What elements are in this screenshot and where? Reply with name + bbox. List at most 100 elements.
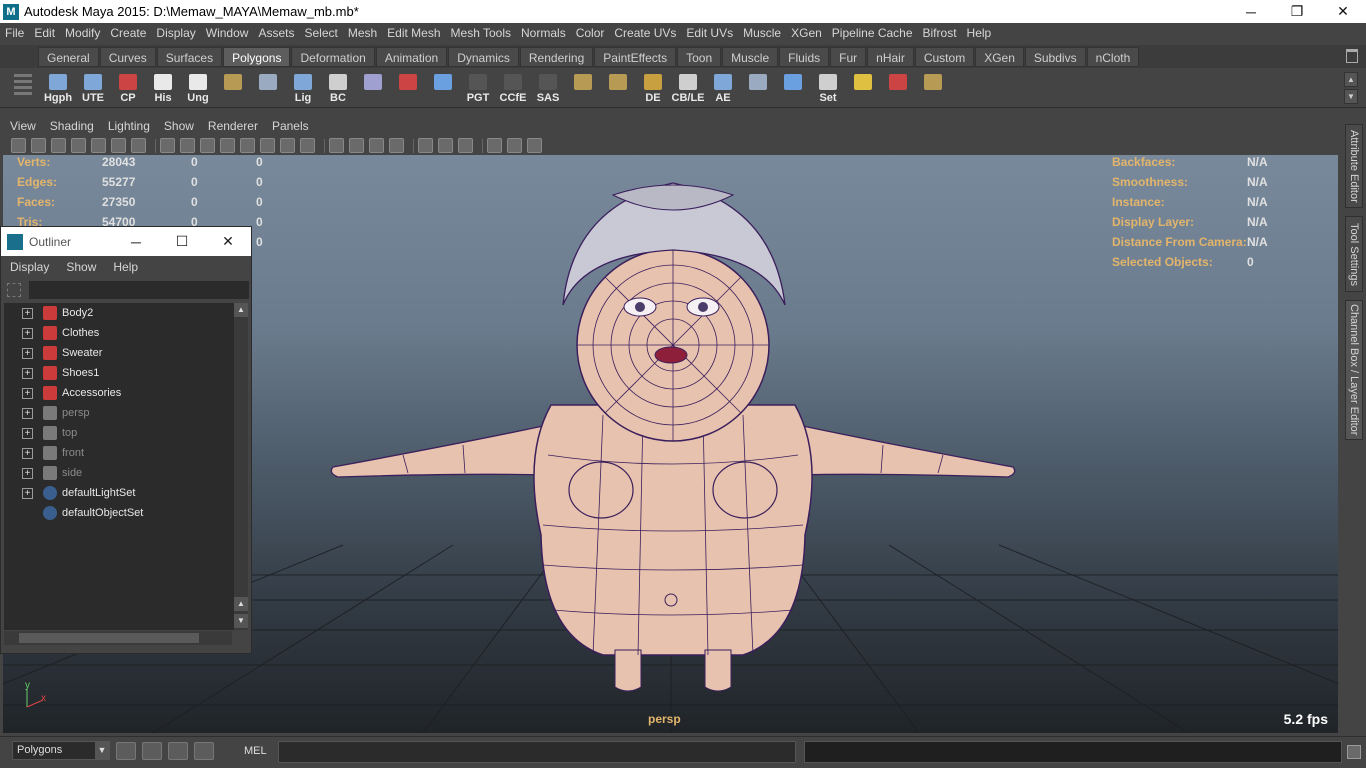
expand-icon[interactable]: + bbox=[22, 427, 33, 439]
shelf-tab-rendering[interactable]: Rendering bbox=[519, 47, 594, 67]
minimize-button[interactable]: ─ bbox=[1228, 0, 1274, 23]
shelf-tab-surfaces[interactable]: Surfaces bbox=[156, 47, 223, 67]
shelf-button-camera-spark-icon[interactable] bbox=[391, 72, 425, 106]
mel-label[interactable]: MEL bbox=[244, 745, 267, 757]
restore-button[interactable]: ❐ bbox=[1274, 0, 1320, 23]
menu-help[interactable]: Help bbox=[962, 26, 997, 40]
shelf-button-ute[interactable]: UTE bbox=[76, 72, 110, 106]
smooth-shade-icon[interactable] bbox=[200, 138, 215, 153]
shelf-tab-dynamics[interactable]: Dynamics bbox=[448, 47, 519, 67]
outliner-filter-icon[interactable] bbox=[7, 283, 21, 297]
snapshot-icon[interactable] bbox=[116, 742, 136, 760]
menu-mesh[interactable]: Mesh bbox=[343, 26, 382, 40]
lights-icon[interactable] bbox=[280, 138, 295, 153]
shelf-button-lig[interactable]: Lig bbox=[286, 72, 320, 106]
layout-icon[interactable] bbox=[142, 742, 162, 760]
shelf-tab-curves[interactable]: Curves bbox=[99, 47, 156, 67]
xray-icon[interactable] bbox=[438, 138, 453, 153]
shelf-button-ccfe[interactable]: CCfE bbox=[496, 72, 530, 106]
shelf-button-sphere-cursor-icon[interactable] bbox=[251, 72, 285, 106]
film-gate-icon[interactable] bbox=[131, 138, 146, 153]
expand-icon[interactable]: + bbox=[22, 467, 33, 479]
shelf-tab-polygons[interactable]: Polygons bbox=[223, 47, 291, 67]
shelf-button-globe-target-icon[interactable] bbox=[881, 72, 915, 106]
outliner-item-front[interactable]: + front bbox=[4, 443, 234, 463]
menu-bifrost[interactable]: Bifrost bbox=[918, 26, 962, 40]
menu-normals[interactable]: Normals bbox=[516, 26, 571, 40]
xray-joint-icon[interactable] bbox=[458, 138, 473, 153]
outliner-item-sweater[interactable]: + Sweater bbox=[4, 343, 234, 363]
shelf-tab-muscle[interactable]: Muscle bbox=[722, 47, 779, 67]
outliner-item-top[interactable]: + top bbox=[4, 423, 234, 443]
panel-menu-view[interactable]: View bbox=[3, 119, 43, 133]
camera-attr-icon[interactable] bbox=[31, 138, 46, 153]
gate-icon[interactable] bbox=[487, 138, 502, 153]
menu-mesh-tools[interactable]: Mesh Tools bbox=[446, 26, 516, 40]
outliner-item-persp[interactable]: + persp bbox=[4, 403, 234, 423]
shelf-button-cp[interactable]: CP bbox=[111, 72, 145, 106]
outliner-titlebar[interactable]: Outliner ─ ☐ ✕ bbox=[1, 227, 251, 256]
panel-menu-renderer[interactable]: Renderer bbox=[201, 119, 265, 133]
shelf-button-bc[interactable]: BC bbox=[321, 72, 355, 106]
outliner-minimize-button[interactable]: ─ bbox=[113, 234, 159, 250]
expand-icon[interactable]: + bbox=[22, 327, 33, 339]
script-editor-icon[interactable] bbox=[1347, 745, 1361, 759]
shelf-button-de[interactable]: DE bbox=[636, 72, 670, 106]
shelf-button-brick-icon[interactable] bbox=[216, 72, 250, 106]
tab-channel-box-layer-editor[interactable]: Channel Box / Layer Editor bbox=[1345, 300, 1363, 440]
shelf-button-hgph[interactable]: Hgph bbox=[41, 72, 75, 106]
menu-select[interactable]: Select bbox=[299, 26, 342, 40]
shelf-scroll-down-icon[interactable]: ▼ bbox=[1344, 89, 1358, 104]
shelf-tab-fur[interactable]: Fur bbox=[830, 47, 867, 67]
field-chart-icon[interactable] bbox=[527, 138, 542, 153]
scroll-up-icon[interactable]: ▲ bbox=[234, 597, 248, 611]
script-list-icon[interactable] bbox=[194, 742, 214, 760]
shelf-grip[interactable] bbox=[14, 74, 32, 106]
close-button[interactable]: ✕ bbox=[1320, 0, 1366, 23]
2d-pan-icon[interactable] bbox=[111, 138, 126, 153]
resolution-icon[interactable] bbox=[507, 138, 522, 153]
outliner-item-defaultlightset[interactable]: + defaultLightSet bbox=[4, 483, 234, 503]
menu-xgen[interactable]: XGen bbox=[786, 26, 827, 40]
menu-display[interactable]: Display bbox=[151, 26, 200, 40]
bookmark-icon[interactable] bbox=[51, 138, 66, 153]
outliner-menu-display[interactable]: Display bbox=[1, 260, 57, 274]
panel-menu-shading[interactable]: Shading bbox=[43, 119, 101, 133]
aa-icon[interactable] bbox=[369, 138, 384, 153]
character-model[interactable] bbox=[330, 182, 1016, 692]
shelf-tab-deformation[interactable]: Deformation bbox=[291, 47, 375, 67]
tab-attribute-editor[interactable]: Attribute Editor bbox=[1345, 124, 1363, 208]
isolate-icon[interactable] bbox=[418, 138, 433, 153]
scroll-up-icon[interactable]: ▲ bbox=[234, 303, 248, 317]
shelf-button-cube-spark-icon[interactable] bbox=[356, 72, 390, 106]
shelf-button-tile-grid-icon[interactable] bbox=[601, 72, 635, 106]
menu-assets[interactable]: Assets bbox=[253, 26, 299, 40]
menu-edit[interactable]: Edit bbox=[29, 26, 60, 40]
shelf-tab-general[interactable]: General bbox=[38, 47, 99, 67]
menu-color[interactable]: Color bbox=[571, 26, 610, 40]
menu-pipeline-cache[interactable]: Pipeline Cache bbox=[827, 26, 918, 40]
motion-blur-icon[interactable] bbox=[349, 138, 364, 153]
shelf-tab-xgen[interactable]: XGen bbox=[975, 47, 1024, 67]
image-plane-icon[interactable] bbox=[71, 138, 86, 153]
scroll-down-icon[interactable]: ▼ bbox=[234, 614, 248, 628]
outliner-item-defaultobjectset[interactable]: defaultObjectSet bbox=[4, 503, 234, 523]
shelf-button-cb-le[interactable]: CB/LE bbox=[671, 72, 705, 106]
expand-icon[interactable]: + bbox=[22, 447, 33, 459]
dof-icon[interactable] bbox=[389, 138, 404, 153]
command-input[interactable] bbox=[278, 741, 796, 763]
shadows-icon[interactable] bbox=[300, 138, 315, 153]
shelf-tab-nhair[interactable]: nHair bbox=[867, 47, 914, 67]
shelf-button-stack-icon[interactable] bbox=[916, 72, 950, 106]
shelf-trash-icon[interactable] bbox=[1346, 49, 1358, 63]
grease-pencil-icon[interactable] bbox=[91, 138, 106, 153]
expand-icon[interactable]: + bbox=[22, 387, 33, 399]
grid-icon[interactable] bbox=[160, 138, 175, 153]
shelf-button-target-icon[interactable] bbox=[846, 72, 880, 106]
menu-window[interactable]: Window bbox=[201, 26, 254, 40]
menu-set-selector[interactable]: Polygons ▼ bbox=[12, 741, 110, 760]
shelf-button-shell-icon[interactable] bbox=[741, 72, 775, 106]
tab-tool-settings[interactable]: Tool Settings bbox=[1345, 216, 1363, 292]
expand-icon[interactable]: + bbox=[22, 367, 33, 379]
outliner-item-shoes1[interactable]: + Shoes1 bbox=[4, 363, 234, 383]
